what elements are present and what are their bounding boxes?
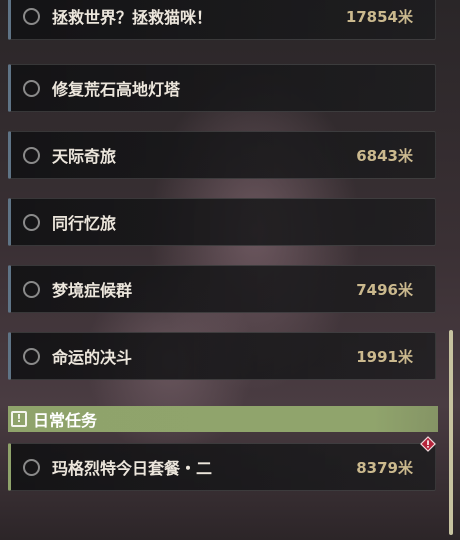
quest-title: 拯救世界？拯救猫咪！ xyxy=(52,8,213,27)
quest-title: 梦境症候群 xyxy=(52,281,133,300)
quest-item[interactable]: 命运的决斗 1991米 xyxy=(8,332,436,380)
section-title: 日常任务 xyxy=(33,411,98,430)
quest-item[interactable]: 同行忆旅 xyxy=(8,198,436,246)
quest-title: 同行忆旅 xyxy=(52,214,117,233)
quest-distance: 6843米 xyxy=(356,146,413,165)
quest-distance: 1991米 xyxy=(356,347,413,366)
scrollbar-thumb[interactable] xyxy=(449,330,453,535)
quest-distance: 8379米 xyxy=(356,458,413,477)
quest-title: 天际奇旅 xyxy=(52,147,117,166)
quest-item[interactable]: 修复荒石高地灯塔 xyxy=(8,64,436,112)
quest-title: 修复荒石高地灯塔 xyxy=(52,80,181,99)
track-radio[interactable] xyxy=(23,458,40,476)
quest-item[interactable]: 天际奇旅 6843米 xyxy=(8,131,436,179)
exclamation-box-icon: ! xyxy=(11,411,27,427)
track-radio[interactable] xyxy=(23,213,40,231)
quest-distance: 7496米 xyxy=(356,280,413,299)
daily-section-header: ! 日常任务 xyxy=(8,406,438,432)
quest-list: 拯救世界？拯救猫咪！ 17854米 修复荒石高地灯塔 天际奇旅 6843米 同行… xyxy=(0,0,460,540)
quest-item[interactable]: 梦境症候群 7496米 xyxy=(8,265,436,313)
quest-title: 命运的决斗 xyxy=(52,348,133,367)
track-radio[interactable] xyxy=(23,79,40,97)
alert-diamond-icon xyxy=(420,436,436,452)
track-radio[interactable] xyxy=(23,347,40,365)
track-radio[interactable] xyxy=(23,280,40,298)
daily-quest-item[interactable]: 玛格烈特今日套餐・二 8379米 xyxy=(8,443,436,491)
quest-title: 玛格烈特今日套餐・二 xyxy=(52,459,213,478)
track-radio[interactable] xyxy=(23,146,40,164)
quest-item[interactable]: 拯救世界？拯救猫咪！ 17854米 xyxy=(8,0,436,40)
quest-distance: 17854米 xyxy=(345,7,413,26)
track-radio[interactable] xyxy=(23,7,40,25)
